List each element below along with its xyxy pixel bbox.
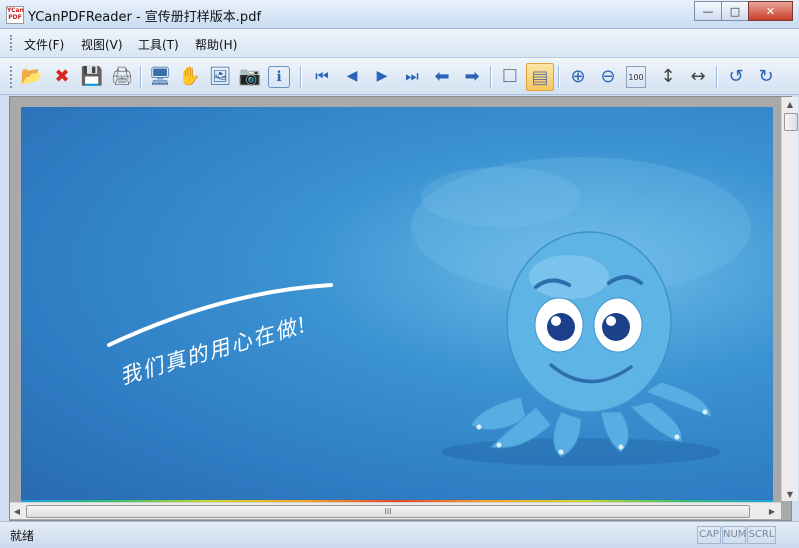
scroll-right-button[interactable]: ▶ xyxy=(765,503,779,519)
previous-page-icon[interactable]: ◀ xyxy=(340,64,364,88)
menu-help[interactable]: 帮助(H) xyxy=(195,36,237,53)
rotate-right-icon[interactable]: ↻ xyxy=(754,64,778,88)
toolbar-separator xyxy=(140,66,142,88)
num-lock-indicator: NUM xyxy=(722,526,746,544)
scroll-down-button[interactable]: ▼ xyxy=(782,487,798,501)
minimize-button[interactable]: — xyxy=(694,1,722,21)
octopus-shadow xyxy=(441,438,721,466)
snapshot-icon[interactable]: 📷 xyxy=(238,64,262,88)
actual-size-icon[interactable]: 100 xyxy=(626,66,646,88)
rotate-left-icon[interactable]: ↺ xyxy=(724,64,748,88)
window-title: YCanPDFReader - 宣传册打样版本.pdf xyxy=(28,10,262,25)
pdf-page[interactable]: 我们真的用心在做! xyxy=(21,107,773,504)
page-illustration xyxy=(107,157,751,466)
menu-view[interactable]: 视图(V) xyxy=(81,36,123,53)
vertical-scrollbar[interactable]: ▲ ▼ xyxy=(781,97,798,501)
scroll-lock-indicator: SCRL xyxy=(747,526,776,544)
status-text: 就绪 xyxy=(10,529,35,543)
maximize-button[interactable]: □ xyxy=(721,1,749,21)
first-page-icon[interactable]: ⏮ xyxy=(310,64,334,88)
info-icon[interactable]: ℹ xyxy=(268,66,290,88)
toolbar: 📂 ✖ 💾 🖨 🖥 ✋ 🖼 📷 ℹ ⏮ ◀ ▶ ⏭ ⬅ ➡ ☐ ▤ ⊕ ⊖ 10… xyxy=(0,58,799,95)
close-document-icon[interactable]: ✖ xyxy=(50,64,74,88)
save-icon[interactable]: 💾 xyxy=(80,64,104,88)
close-button[interactable]: ✕ xyxy=(748,1,793,21)
status-bar: 就绪 CAP NUM SCRL xyxy=(0,521,799,548)
print-icon[interactable]: 🖨 xyxy=(110,64,134,88)
map-texture xyxy=(421,167,581,227)
toolbar-separator xyxy=(490,66,492,88)
hand-tool-icon[interactable]: ✋ xyxy=(178,64,202,88)
forward-icon[interactable]: ➡ xyxy=(460,64,484,88)
horizontal-scroll-thumb[interactable]: III xyxy=(26,505,750,518)
octopus-highlight xyxy=(529,255,609,299)
window-controls: — □ ✕ xyxy=(694,1,793,21)
zoom-in-icon[interactable]: ⊕ xyxy=(566,64,590,88)
select-image-icon[interactable]: 🖼 xyxy=(208,64,232,88)
scroll-left-button[interactable]: ◀ xyxy=(10,503,24,519)
app-logo-icon: YCan PDF xyxy=(6,6,24,24)
toolbar-separator xyxy=(300,66,302,88)
menu-tools[interactable]: 工具(T) xyxy=(138,36,179,53)
toolbar-grip[interactable] xyxy=(10,66,15,88)
open-folder-icon[interactable]: 📂 xyxy=(20,64,44,88)
back-icon[interactable]: ⬅ xyxy=(430,64,454,88)
vertical-scroll-thumb[interactable] xyxy=(784,113,798,131)
menu-file[interactable]: 文件(F) xyxy=(24,36,64,53)
zoom-out-icon[interactable]: ⊖ xyxy=(596,64,620,88)
fit-width-icon[interactable]: ↔ xyxy=(686,64,710,88)
last-page-icon[interactable]: ⏭ xyxy=(400,64,424,88)
fullscreen-icon[interactable]: 🖥 xyxy=(148,64,172,88)
fit-height-icon[interactable]: ↕ xyxy=(656,64,680,88)
horizontal-scrollbar[interactable]: ◀ III ▶ xyxy=(10,502,781,519)
next-page-icon[interactable]: ▶ xyxy=(370,64,394,88)
menu-bar: 文件(F) 视图(V) 工具(T) 帮助(H) xyxy=(0,29,799,58)
continuous-page-icon[interactable]: ▤ xyxy=(526,63,554,91)
toolbar-separator xyxy=(716,66,718,88)
caps-lock-indicator: CAP xyxy=(697,526,721,544)
single-page-icon[interactable]: ☐ xyxy=(498,64,522,88)
menu-grip[interactable] xyxy=(10,35,15,51)
document-viewport[interactable]: 我们真的用心在做! ▲ ▼ ◀ III ▶ xyxy=(9,96,798,521)
title-bar[interactable]: YCan PDF YCanPDFReader - 宣传册打样版本.pdf — □… xyxy=(0,0,799,29)
scroll-up-button[interactable]: ▲ xyxy=(782,97,798,111)
toolbar-separator xyxy=(558,66,560,88)
